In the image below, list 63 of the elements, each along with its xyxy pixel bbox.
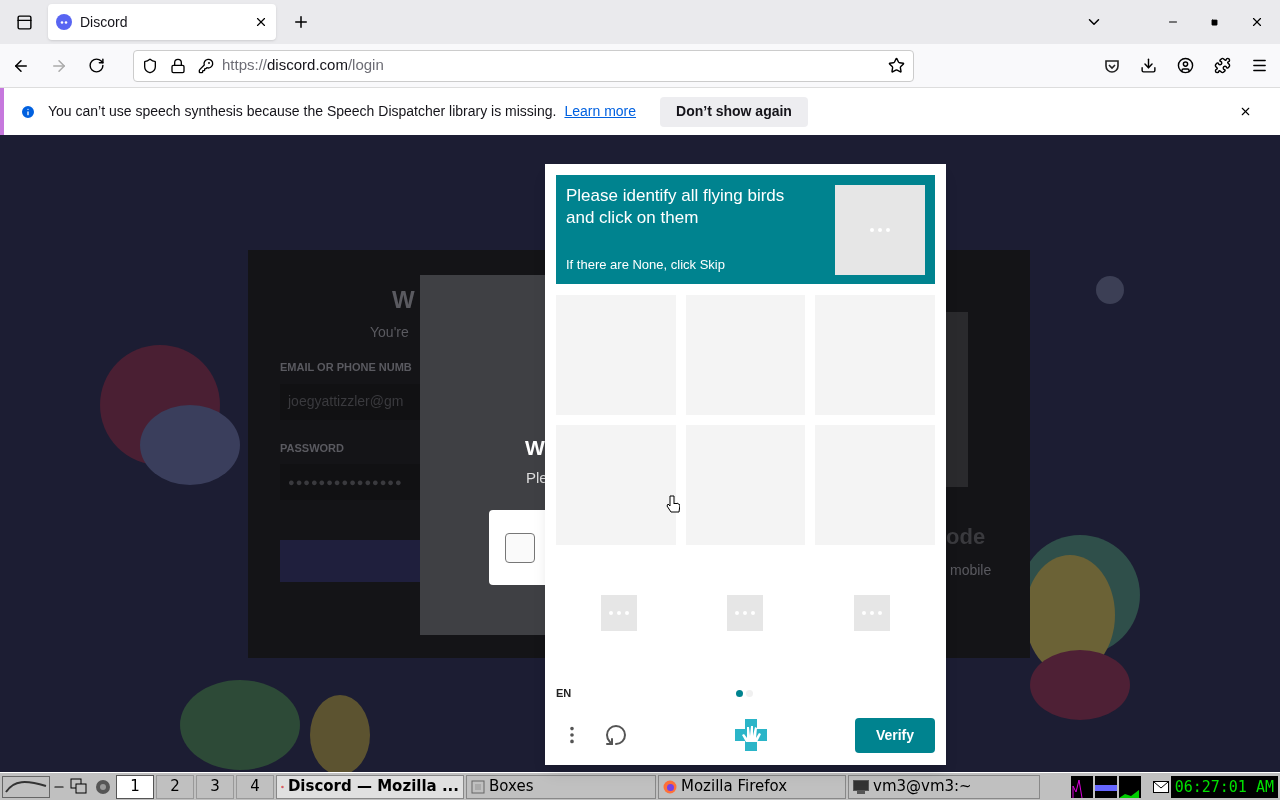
learn-more-link[interactable]: Learn more [564,101,637,122]
reload-icon[interactable] [88,57,105,74]
notification-message: You can’t use speech synthesis because the Speech Dispatcher library is missing. [48,102,557,121]
mail-icon[interactable] [1152,780,1169,793]
captcha-hint: If there are None, click Skip [566,255,726,274]
task-title: Boxes [489,776,534,798]
discord-logo-icon [56,14,72,30]
extensions-icon[interactable] [1214,57,1231,74]
planet-drawing [1096,276,1124,304]
workspace-button[interactable]: 4 [236,774,274,799]
close-icon[interactable] [1239,105,1252,118]
loading-icon [853,595,890,631]
checkbox[interactable] [505,532,535,563]
lock-icon [170,57,186,74]
hand-logo-icon [734,718,768,752]
qr-subtitle: mobile [950,561,992,580]
close-icon[interactable] [254,15,268,29]
tab-list-icon[interactable] [15,13,33,31]
captcha-prompt: Please identify all flying birds and click on them [566,185,786,229]
loading-icon [835,185,925,275]
close-window-icon[interactable] [1250,15,1264,29]
url-text: https://discord.com/login [222,55,385,76]
pocket-icon[interactable] [1104,57,1120,74]
maximize-icon[interactable] [1211,18,1218,26]
email-label: EMAIL OR PHONE NUMB [280,360,412,375]
taskbar-task[interactable]: Discord — Mozilla ... [276,774,464,799]
download-icon[interactable] [1140,57,1157,74]
workspace-button[interactable]: 1 [116,774,154,799]
terminal-icon [853,779,869,794]
task-title: vm3@vm3:~ [873,776,972,798]
dont-show-again-button[interactable]: Don’t show again [660,96,808,127]
task-title: Discord — Mozilla ... [287,776,459,798]
browser-tab[interactable]: Discord [48,4,276,40]
verify-button[interactable]: Verify [855,717,935,753]
dialog-title: W [525,435,545,461]
info-icon [20,103,36,120]
key-icon [198,57,214,74]
refresh-icon[interactable] [604,723,628,747]
loading-icon [727,595,764,631]
shield-icon [142,57,158,74]
firefox-icon [663,779,677,794]
taskbar-task[interactable]: Mozilla Firefox [658,774,846,799]
workspace-button[interactable]: 3 [196,774,234,799]
taskbar-task[interactable]: Boxes [466,774,656,799]
image-tile[interactable] [556,425,676,545]
new-tab-icon[interactable] [292,13,310,31]
boxes-icon [471,779,485,794]
workspace-button[interactable]: 2 [156,774,194,799]
clock: 06:27:01 AM [1170,775,1278,798]
account-icon[interactable] [1177,57,1194,74]
taskbar-task[interactable]: vm3@vm3:~ [848,774,1040,799]
mouse-pointer-icon [666,495,680,513]
task-title: Mozilla Firefox [681,776,788,798]
menu-icon[interactable] [1251,57,1268,74]
bookmark-star-icon[interactable] [888,57,905,74]
url-field[interactable]: https://discord.com/login [133,49,914,82]
loading-icon [601,595,638,631]
login-title: W [392,285,415,315]
start-menu-logo-icon[interactable] [2,775,50,798]
password-label: PASSWORD [280,440,344,456]
login-subtitle: You're [370,323,409,342]
language-selector[interactable]: EN [556,684,736,702]
tab-title: Discord [80,12,129,32]
